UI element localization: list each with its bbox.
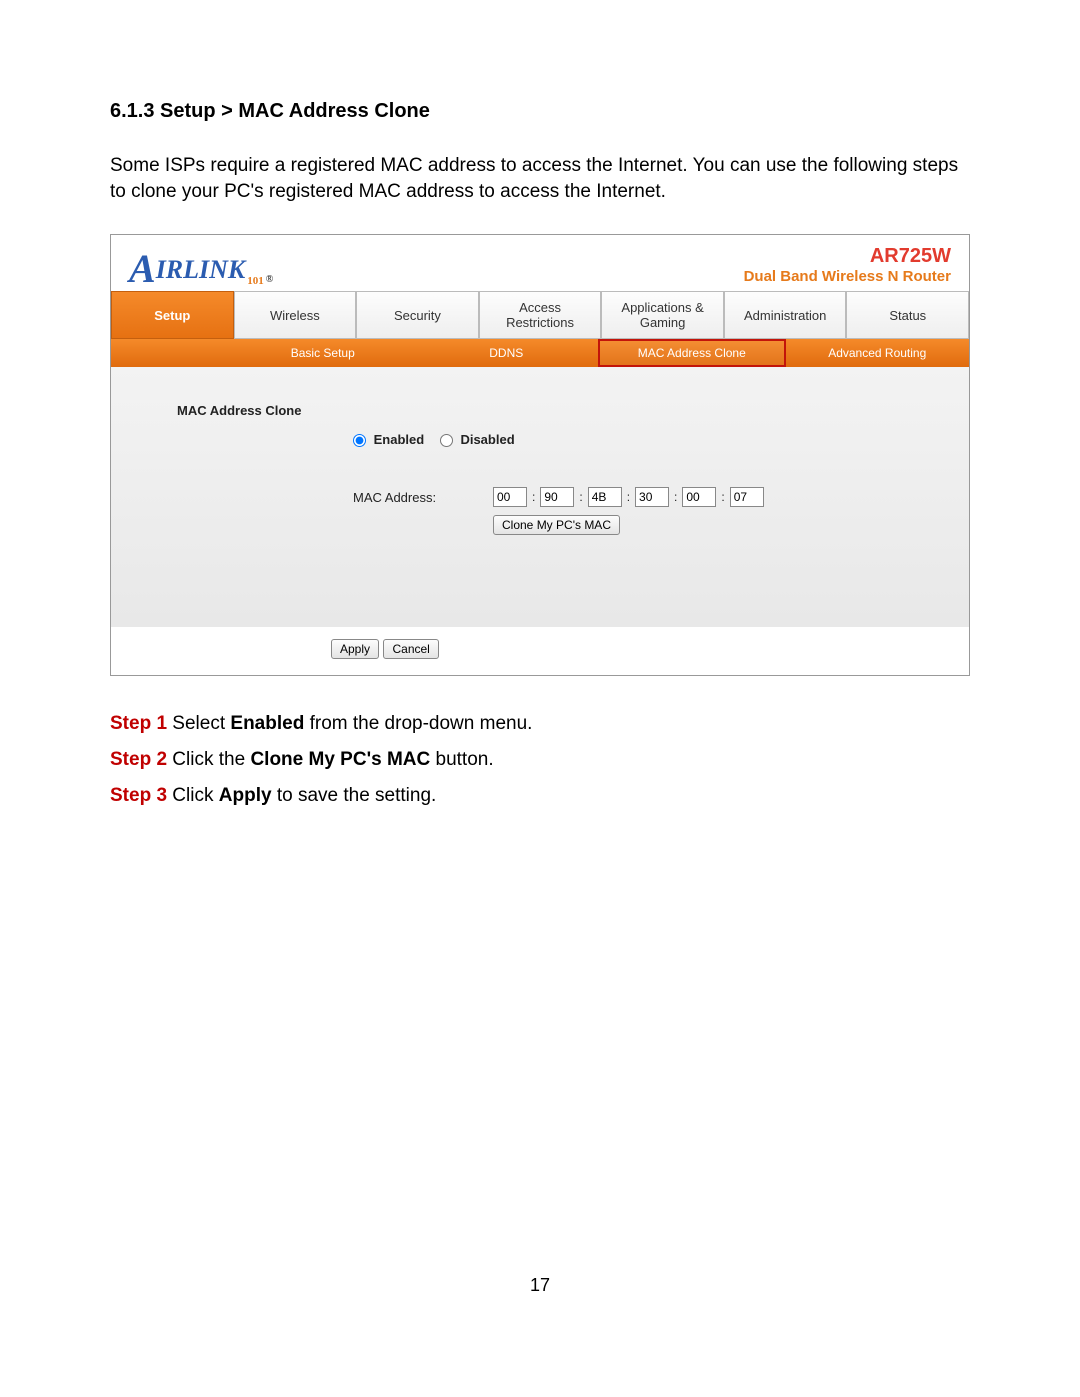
logo-reg: ® bbox=[266, 274, 273, 285]
radio-enabled-label[interactable]: Enabled bbox=[353, 432, 428, 447]
mac-colon: : bbox=[578, 490, 583, 504]
cancel-button[interactable]: Cancel bbox=[383, 639, 438, 659]
step-3-text-c: to save the setting. bbox=[272, 785, 437, 806]
logo-text: IRLINK bbox=[156, 255, 246, 285]
model-number: AR725W bbox=[744, 245, 951, 268]
steps-list: Step 1 Select Enabled from the drop-down… bbox=[110, 706, 970, 814]
tab-administration[interactable]: Administration bbox=[724, 291, 847, 339]
tab-setup[interactable]: Setup bbox=[111, 291, 234, 339]
radio-disabled-label[interactable]: Disabled bbox=[440, 432, 515, 447]
step-1-text-a: Select bbox=[167, 713, 230, 734]
mac-colon: : bbox=[673, 490, 678, 504]
main-tabs: Setup Wireless Security Access Restricti… bbox=[111, 291, 969, 339]
subtab-advanced-routing[interactable]: Advanced Routing bbox=[786, 342, 970, 364]
step-3-num: Step 3 bbox=[110, 785, 167, 806]
radio-enabled-text: Enabled bbox=[374, 432, 425, 447]
step-2-bold: Clone My PC's MAC bbox=[250, 749, 430, 770]
step-1-num: Step 1 bbox=[110, 713, 167, 734]
mac-address-inputs: : : : : : bbox=[493, 487, 764, 507]
step-1-bold: Enabled bbox=[230, 713, 304, 734]
page-number: 17 bbox=[110, 1275, 970, 1296]
airlink-logo: A IRLINK 101 ® bbox=[129, 253, 273, 285]
enable-radio-group: Enabled Disabled bbox=[135, 432, 945, 447]
clone-mac-button[interactable]: Clone My PC's MAC bbox=[493, 515, 620, 535]
subtab-ddns[interactable]: DDNS bbox=[415, 342, 599, 364]
mac-colon: : bbox=[720, 490, 725, 504]
tab-wireless[interactable]: Wireless bbox=[234, 291, 357, 339]
logo-sub: 101 bbox=[247, 275, 264, 287]
apply-bar: Apply Cancel bbox=[111, 627, 969, 675]
mac-octet-6[interactable] bbox=[730, 487, 764, 507]
logo-a-glyph: A bbox=[129, 253, 156, 285]
mac-octet-3[interactable] bbox=[588, 487, 622, 507]
step-2: Step 2 Click the Clone My PC's MAC butto… bbox=[110, 742, 970, 778]
intro-paragraph: Some ISPs require a registered MAC addre… bbox=[110, 153, 970, 204]
sub-tabs: Basic Setup DDNS MAC Address Clone Advan… bbox=[111, 339, 969, 367]
tab-security[interactable]: Security bbox=[356, 291, 479, 339]
mac-address-label: MAC Address: bbox=[353, 490, 493, 505]
step-3-text-a: Click bbox=[167, 785, 219, 806]
radio-disabled-text: Disabled bbox=[460, 432, 514, 447]
subtab-basic-setup[interactable]: Basic Setup bbox=[231, 342, 415, 364]
mac-colon: : bbox=[626, 490, 631, 504]
router-header: A IRLINK 101 ® AR725W Dual Band Wireless… bbox=[111, 235, 969, 291]
step-3-bold: Apply bbox=[219, 785, 272, 806]
step-1: Step 1 Select Enabled from the drop-down… bbox=[110, 706, 970, 742]
step-1-text-c: from the drop-down menu. bbox=[304, 713, 532, 734]
section-title: 6.1.3 Setup > MAC Address Clone bbox=[110, 100, 970, 123]
mac-colon: : bbox=[531, 490, 536, 504]
panel-title: MAC Address Clone bbox=[135, 403, 335, 418]
model-tagline: Dual Band Wireless N Router bbox=[744, 268, 951, 285]
step-2-text-a: Click the bbox=[167, 749, 250, 770]
mac-octet-2[interactable] bbox=[540, 487, 574, 507]
mac-octet-5[interactable] bbox=[682, 487, 716, 507]
mac-octet-4[interactable] bbox=[635, 487, 669, 507]
subtab-mac-address-clone[interactable]: MAC Address Clone bbox=[598, 339, 786, 367]
radio-enabled[interactable] bbox=[353, 434, 366, 447]
content-panel: MAC Address Clone Enabled Disabled MAC A… bbox=[111, 367, 969, 627]
tab-status[interactable]: Status bbox=[846, 291, 969, 339]
tab-applications-gaming[interactable]: Applications & Gaming bbox=[601, 291, 724, 339]
step-2-text-c: button. bbox=[430, 749, 493, 770]
tab-access-restrictions[interactable]: Access Restrictions bbox=[479, 291, 602, 339]
radio-disabled[interactable] bbox=[440, 434, 453, 447]
apply-button[interactable]: Apply bbox=[331, 639, 379, 659]
mac-octet-1[interactable] bbox=[493, 487, 527, 507]
router-screenshot: A IRLINK 101 ® AR725W Dual Band Wireless… bbox=[110, 234, 970, 676]
step-3: Step 3 Click Apply to save the setting. bbox=[110, 778, 970, 814]
step-2-num: Step 2 bbox=[110, 749, 167, 770]
